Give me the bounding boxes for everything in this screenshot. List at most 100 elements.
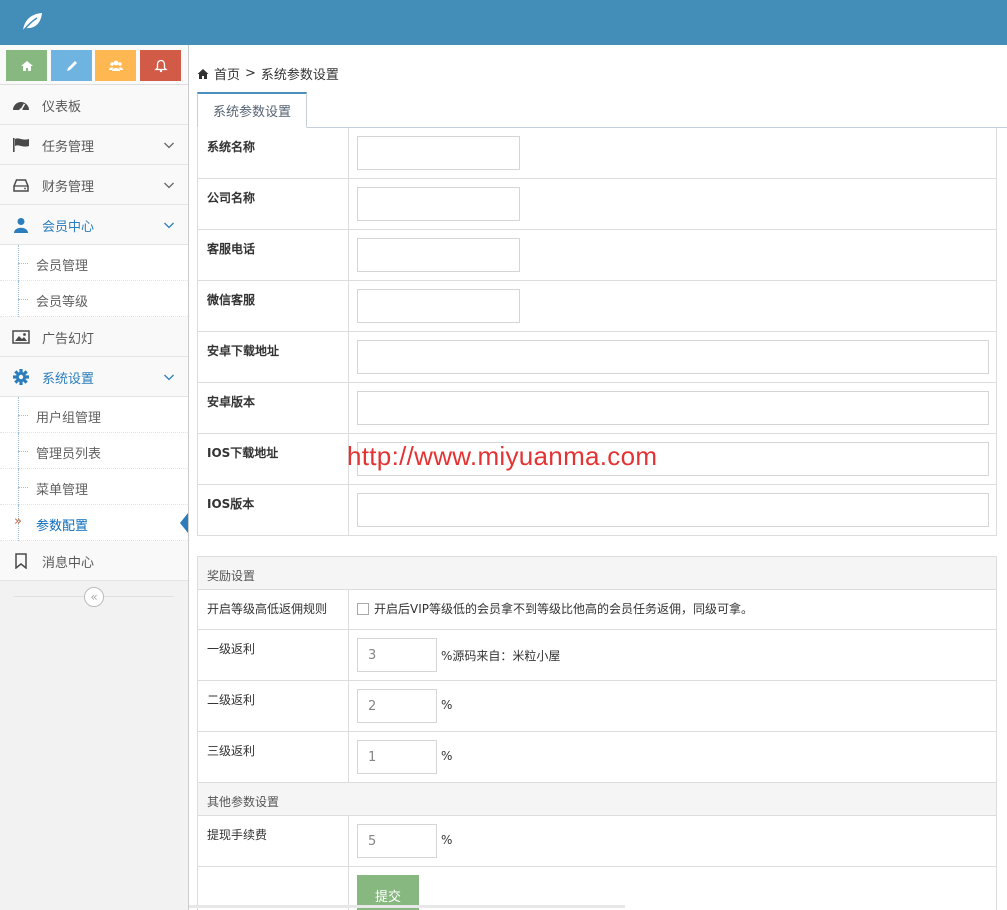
reward-section-header: 奖励设置	[197, 556, 997, 590]
main-content: 首页 > 系统参数设置 系统参数设置 系统名称 公司名称 客服电话 微信客服 安…	[189, 45, 1007, 910]
bookmark-icon	[12, 553, 30, 569]
rule-checkbox-wrap[interactable]: 开启后VIP等级低的会员拿不到等级比他高的会员任务返佣，同级可拿。	[357, 600, 753, 617]
level1-suffix: %源码来自：米粒小屋	[441, 649, 561, 663]
sidebar: 仪表板 任务管理 财务管理 会员中心 会员管理 会员等级 广告幻灯 系统设置 用…	[0, 45, 189, 910]
dashboard-icon	[12, 97, 30, 113]
double-angle-left-icon[interactable]: «	[84, 587, 104, 607]
field-label: 客服电话	[198, 230, 349, 280]
field-label: IOS下载地址	[198, 434, 349, 484]
sidebar-item-dashboard[interactable]: 仪表板	[0, 85, 188, 125]
level3-suffix: %	[441, 749, 453, 763]
withdraw-fee-input[interactable]	[357, 824, 437, 858]
sidebar-collapse: «	[0, 585, 188, 607]
watermark-text: http://www.miyuanma.com	[347, 441, 658, 471]
other-section-header: 其他参数设置	[197, 782, 997, 816]
sidebar-item-tasks[interactable]: 任务管理	[0, 125, 188, 165]
breadcrumb: 首页 > 系统参数设置	[197, 64, 339, 83]
form-row: 安卓版本	[198, 383, 996, 434]
sidebar-item-label: 仪表板	[42, 100, 82, 115]
rule-checkbox-text: 开启后VIP等级低的会员拿不到等级比他高的会员任务返佣，同级可拿。	[374, 602, 753, 616]
leaf-icon[interactable]	[20, 11, 44, 33]
tab-bar: 系统参数设置	[197, 92, 1007, 128]
field-label: 安卓下载地址	[198, 332, 349, 382]
bell-icon	[153, 59, 168, 72]
horizontal-scrollbar[interactable]	[189, 905, 625, 908]
form-row: 客服电话	[198, 230, 996, 281]
reward-settings-table: 开启等级高低返佣规则 开启后VIP等级低的会员拿不到等级比他高的会员任务返佣，同…	[197, 590, 997, 783]
level2-rebate-input[interactable]	[357, 689, 437, 723]
wechat-service-input[interactable]	[357, 289, 520, 323]
other-settings-table: 提现手续费 % 提交	[197, 816, 997, 910]
field-label: 系统名称	[198, 128, 349, 178]
users-icon	[108, 60, 123, 71]
field-label: 开启等级高低返佣规则	[198, 590, 349, 629]
form-row: 开启等级高低返佣规则 开启后VIP等级低的会员拿不到等级比他高的会员任务返佣，同…	[198, 590, 996, 630]
fee-suffix: %	[441, 833, 453, 847]
sidebar-subitem-label: 管理员列表	[36, 447, 102, 462]
ios-version-input[interactable]	[357, 493, 989, 527]
shortcut-users-button[interactable]	[95, 50, 136, 81]
form-row: 公司名称	[198, 179, 996, 230]
form-row: 微信客服	[198, 281, 996, 332]
sidebar-item-members[interactable]: 会员中心	[0, 205, 188, 245]
sidebar-item-messages[interactable]: 消息中心	[0, 541, 188, 581]
sidebar-subitem-member-level[interactable]: 会员等级	[0, 281, 188, 317]
sidebar-item-system[interactable]: 系统设置	[0, 357, 188, 397]
shortcut-home-button[interactable]	[6, 50, 47, 81]
hdd-icon	[12, 177, 30, 193]
sidebar-shortcuts	[0, 45, 188, 85]
field-label: 公司名称	[198, 179, 349, 229]
form-row: 二级返利 %	[198, 681, 996, 732]
sidebar-item-label: 财务管理	[42, 180, 95, 195]
sidebar-subitem-params[interactable]: » 参数配置	[0, 505, 188, 541]
basic-settings-table: 系统名称 公司名称 客服电话 微信客服 安卓下载地址 安卓版本 IOS下载地址	[197, 128, 997, 536]
field-label: IOS版本	[198, 485, 349, 535]
breadcrumb-current: 系统参数设置	[260, 68, 339, 83]
sidebar-item-label: 消息中心	[42, 556, 95, 571]
double-angle-right-icon: »	[14, 514, 22, 529]
field-label: 提现手续费	[198, 816, 349, 866]
chevron-down-icon	[163, 139, 175, 151]
service-phone-input[interactable]	[357, 238, 520, 272]
sidebar-item-label: 广告幻灯	[42, 332, 95, 347]
sidebar-subitem-admin-list[interactable]: 管理员列表	[0, 433, 188, 469]
sidebar-item-finance[interactable]: 财务管理	[0, 165, 188, 205]
breadcrumb-separator: >	[245, 66, 256, 81]
rule-checkbox[interactable]	[357, 602, 369, 615]
home-icon	[20, 60, 33, 71]
company-name-input[interactable]	[357, 187, 520, 221]
form-row: 提交	[198, 867, 996, 910]
form-row: 安卓下载地址	[198, 332, 996, 383]
sidebar-item-label: 会员中心	[42, 220, 95, 235]
level1-rebate-input[interactable]	[357, 638, 437, 672]
level2-suffix: %	[441, 698, 453, 712]
field-label-empty	[198, 867, 349, 910]
cog-icon	[12, 369, 30, 385]
breadcrumb-home-link[interactable]: 首页	[214, 64, 240, 83]
form-row: 三级返利 %	[198, 732, 996, 783]
chevron-down-icon	[163, 219, 175, 231]
level3-rebate-input[interactable]	[357, 740, 437, 774]
android-version-input[interactable]	[357, 391, 989, 425]
tab-system-params[interactable]: 系统参数设置	[197, 92, 307, 128]
pencil-icon	[66, 60, 77, 71]
sidebar-subitem-member-manage[interactable]: 会员管理	[0, 245, 188, 281]
form-row: 系统名称	[198, 128, 996, 179]
sidebar-subitem-user-groups[interactable]: 用户组管理	[0, 397, 188, 433]
system-name-input[interactable]	[357, 136, 520, 170]
flag-icon	[12, 137, 30, 153]
field-label: 一级返利	[198, 630, 349, 680]
sidebar-subitem-menu-manage[interactable]: 菜单管理	[0, 469, 188, 505]
sidebar-subitem-label: 会员等级	[36, 295, 89, 310]
sidebar-subitem-label: 菜单管理	[36, 483, 89, 498]
sidebar-item-ads[interactable]: 广告幻灯	[0, 317, 188, 357]
field-label: 三级返利	[198, 732, 349, 782]
sidebar-item-label: 系统设置	[42, 372, 95, 387]
navbar	[0, 0, 1007, 45]
android-url-input[interactable]	[357, 340, 989, 374]
chevron-down-icon	[163, 371, 175, 383]
shortcut-edit-button[interactable]	[51, 50, 92, 81]
shortcut-notify-button[interactable]	[140, 50, 181, 81]
active-caret	[180, 513, 188, 533]
chevron-down-icon	[163, 179, 175, 191]
